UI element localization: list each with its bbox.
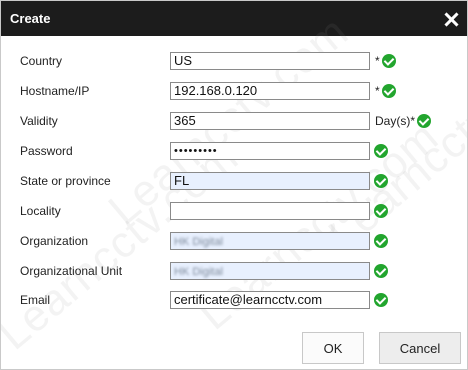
org-unit-label: Organizational Unit — [20, 264, 123, 278]
check-circle-icon — [374, 174, 388, 188]
password-input[interactable]: ••••••••• — [170, 142, 370, 160]
check-circle-icon — [374, 234, 388, 248]
validity-label: Validity — [20, 114, 58, 128]
dialog-title: Create — [10, 11, 51, 26]
field-row-country: Country US * — [1, 52, 467, 72]
required-marker: * — [375, 84, 380, 98]
check-circle-icon — [374, 293, 388, 307]
org-unit-input[interactable]: HK Digital — [170, 262, 370, 280]
field-row-password: Password ••••••••• — [1, 142, 467, 162]
password-label: Password — [20, 144, 73, 158]
field-row-email: Email certificate@learncctv.com — [1, 291, 467, 311]
dialog-titlebar: Create — [1, 1, 467, 36]
email-label: Email — [20, 293, 51, 307]
check-circle-icon — [382, 54, 396, 68]
country-input[interactable]: US — [170, 52, 370, 70]
org-unit-value: HK Digital — [174, 266, 223, 278]
validity-unit: Day(s)* — [375, 114, 416, 128]
required-marker: * — [375, 54, 380, 68]
organization-input[interactable]: HK Digital — [170, 232, 370, 250]
check-circle-icon — [382, 84, 396, 98]
country-label: Country — [20, 54, 63, 68]
check-circle-icon — [374, 204, 388, 218]
locality-label: Locality — [20, 204, 61, 218]
create-dialog: Learncctv.com Learncctv.com Learncctv.co… — [0, 0, 468, 370]
check-circle-icon — [417, 114, 431, 128]
locality-input[interactable] — [170, 202, 370, 220]
field-row-validity: Validity 365 Day(s)* — [1, 112, 467, 132]
organization-value: HK Digital — [174, 236, 223, 248]
hostname-input[interactable]: 192.168.0.120 — [170, 82, 370, 100]
ok-button[interactable]: OK — [302, 332, 364, 364]
check-circle-icon — [374, 264, 388, 278]
field-row-locality: Locality — [1, 202, 467, 222]
email-input[interactable]: certificate@learncctv.com — [170, 291, 370, 309]
check-circle-icon — [374, 144, 388, 158]
field-row-hostname: Hostname/IP 192.168.0.120 * — [1, 82, 467, 102]
hostname-label: Hostname/IP — [20, 84, 90, 98]
field-row-org-unit: Organizational Unit HK Digital — [1, 262, 467, 282]
organization-label: Organization — [20, 234, 89, 248]
state-label: State or province — [20, 174, 111, 188]
field-row-organization: Organization HK Digital — [1, 232, 467, 252]
state-input[interactable]: FL — [170, 172, 370, 190]
validity-input[interactable]: 365 — [170, 112, 370, 130]
close-icon[interactable] — [444, 12, 458, 26]
cancel-button[interactable]: Cancel — [379, 332, 461, 364]
field-row-state: State or province FL — [1, 172, 467, 192]
